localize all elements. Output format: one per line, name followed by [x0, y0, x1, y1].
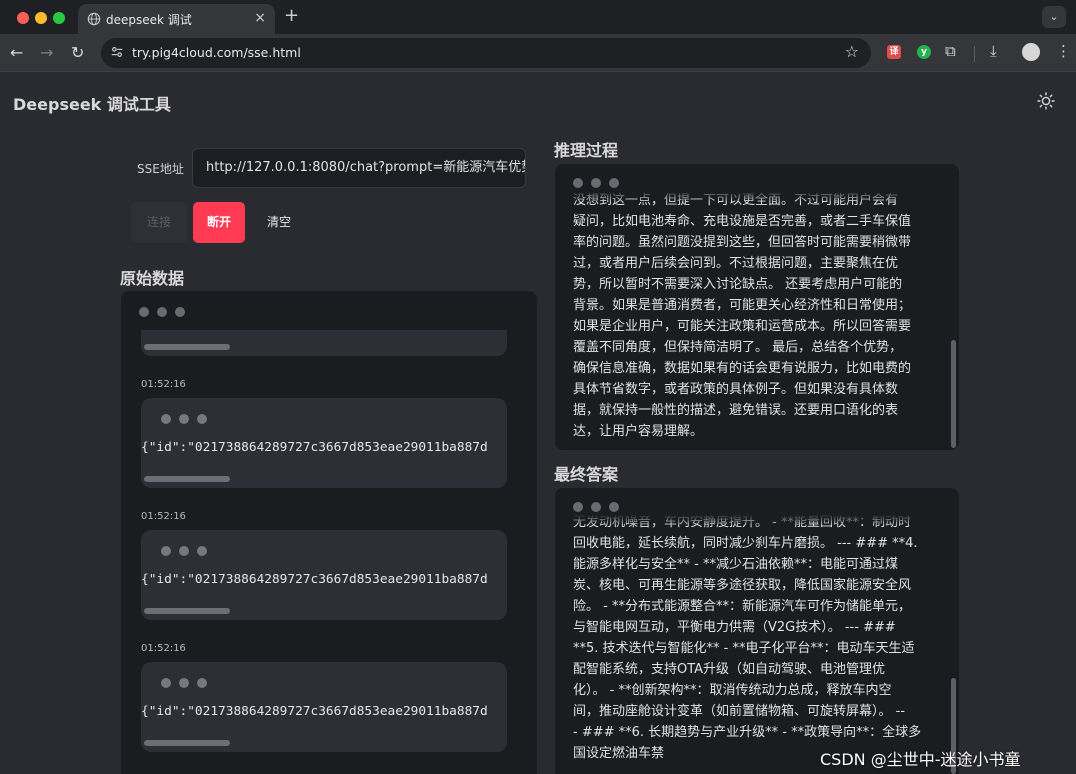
message-json: {"id":"021738864289727c3667d853eae29011b…: [141, 440, 488, 455]
window-dots: [139, 307, 185, 317]
text-line: 具体节省数字，或者政策的具体例子。但如果没有具体数: [573, 382, 899, 397]
window-dots: [161, 414, 207, 424]
panel-header: [555, 488, 959, 526]
sse-url-label: SSE地址: [137, 162, 184, 176]
back-icon[interactable]: ←: [10, 43, 23, 63]
text-line: 与智能电网互动，平衡电力供需（V2G技术）。 --- ###: [573, 620, 896, 635]
sse-url-input[interactable]: http://127.0.0.1:8080/chat?prompt=新能源汽车优…: [192, 148, 526, 188]
minimize-window-button[interactable]: [35, 12, 47, 24]
reasoning-text: 没想到这一点，但提一下可以更全面。不过可能用户会有 疑问，比如电池寿命、充电设施…: [573, 190, 935, 442]
clear-button[interactable]: 清空: [253, 202, 305, 243]
star-icon[interactable]: ☆: [845, 42, 859, 61]
connect-button[interactable]: 连接: [131, 202, 187, 243]
kebab-icon[interactable]: ⋮: [1056, 42, 1071, 60]
text-line: 配智能系统，支持OTA升级（如自动驾驶、电池管理优: [573, 662, 886, 677]
text-line: 率的问题。虽然问题没提到这些，但回答时可能需要稍微带: [573, 235, 912, 250]
text-line: 化）。 - **创新架构**：取消传统动力总成，释放车内空: [573, 683, 892, 698]
message-scrollbar[interactable]: [144, 344, 230, 350]
translate-extension-icon[interactable]: 译: [887, 45, 901, 59]
browser-toolbar: ← → ↻ try.pig4cloud.com/sse.html ☆ 译 y ⧉…: [0, 34, 1076, 72]
reasoning-title: 推理过程: [554, 141, 619, 160]
message-scrollbar[interactable]: [144, 476, 230, 482]
raw-data-title: 原始数据: [120, 269, 185, 288]
close-tab-icon[interactable]: ×: [254, 9, 266, 27]
message-scrollbar[interactable]: [144, 740, 230, 746]
tab-search-button[interactable]: ⌄: [1042, 6, 1066, 28]
text-line: 炭、核电、可再生能源等多途径获取，降低国家能源安全风: [573, 578, 912, 593]
message-card: {"id":"021738864289727c3667d853eae29011b…: [141, 530, 507, 620]
disconnect-button[interactable]: 断开: [193, 202, 245, 243]
text-line: 疑问，比如电池寿命、充电设施是否完善，或者二手车保值: [573, 214, 912, 229]
download-icon[interactable]: ⤓: [990, 42, 997, 60]
new-tab-button[interactable]: +: [284, 6, 299, 26]
maximize-window-button[interactable]: [53, 12, 65, 24]
message-card: [141, 330, 507, 356]
panel-header: [555, 164, 959, 202]
text-line: 险。 - **分布式能源整合**：新能源汽车可作为储能单元，: [573, 599, 911, 614]
sun-icon[interactable]: [1036, 91, 1056, 111]
window-dots: [161, 678, 207, 688]
message-card: {"id":"021738864289727c3667d853eae29011b…: [141, 398, 507, 488]
address-bar[interactable]: try.pig4cloud.com/sse.html ☆: [101, 38, 871, 68]
close-window-button[interactable]: [17, 12, 29, 24]
text-line: 确保信息准确，数据如果有的话会更有说服力，比如电费的: [573, 361, 912, 376]
answer-title: 最终答案: [554, 465, 619, 484]
message-timestamp: 01:52:16: [141, 511, 186, 522]
message-json: {"id":"021738864289727c3667d853eae29011b…: [141, 704, 488, 719]
reasoning-scrollbar[interactable]: [951, 340, 956, 448]
text-line: 据，就保持一般性的描述，避免错误。还要用口语化的表: [573, 403, 899, 418]
text-line: 回收电能，延长续航，同时减少刹车片磨损。 --- ### **4.: [573, 536, 918, 551]
message-timestamp: 01:52:16: [141, 379, 186, 390]
window-dots: [573, 502, 619, 512]
text-line: 覆盖不同角度，但保持简洁明了。 最后，总结各个优势，: [573, 340, 903, 355]
text-line: 达，让用户容易理解。: [573, 424, 704, 439]
answer-text: 无发动机噪音，车内安静度提升。 - **能量回收**：制动时 回收电能，延长续航…: [573, 512, 935, 764]
answer-panel[interactable]: 无发动机噪音，车内安静度提升。 - **能量回收**：制动时 回收电能，延长续航…: [555, 488, 959, 774]
app-title: Deepseek 调试工具: [13, 95, 171, 114]
puzzle-icon[interactable]: ⧉: [945, 42, 956, 60]
message-timestamp: 01:52:16: [141, 643, 186, 654]
message-json: {"id":"021738864289727c3667d853eae29011b…: [141, 572, 488, 587]
text-line: 背景。如果是普通消费者，可能更关心经济性和日常使用；: [573, 298, 912, 313]
forward-icon[interactable]: →: [40, 43, 53, 63]
raw-data-panel[interactable]: 01:52:16 {"id":"021738864289727c3667d853…: [121, 291, 537, 774]
tab-title: deepseek 调试: [106, 13, 192, 27]
text-line: **5. 技术迭代与智能化** - **电子化平台**：电动车天生适: [573, 641, 915, 656]
globe-icon: [87, 12, 101, 26]
reload-icon[interactable]: ↻: [71, 43, 84, 63]
window-dots: [161, 546, 207, 556]
text-line: - ### **6. 长期趋势与产业升级** - **政策导向**：全球多: [573, 725, 922, 740]
profile-avatar[interactable]: [1022, 43, 1040, 61]
text-line: 能源多样化与安全** - **减少石油依赖**：电能可通过煤: [573, 557, 898, 572]
toolbar-divider: [974, 46, 975, 62]
watermark: CSDN @尘世中-迷途小书童: [820, 750, 1021, 769]
window-dots: [573, 178, 619, 188]
message-card: {"id":"021738864289727c3667d853eae29011b…: [141, 662, 507, 752]
text-line: 过，或者用户后续会问到。不过根据问题，主要聚焦在优: [573, 256, 899, 271]
text-line: 势，所以暂时不需要深入讨论缺点。 还要考虑用户可能的: [573, 277, 903, 292]
text-line: 间，推动座舱设计变革（如前置储物箱、可旋转屏幕）。 --: [573, 704, 906, 719]
reasoning-panel[interactable]: 没想到这一点，但提一下可以更全面。不过可能用户会有 疑问，比如电池寿命、充电设施…: [555, 164, 959, 450]
browser-tab-bar: deepseek 调试 × + ⌄: [0, 0, 1076, 34]
site-info-icon[interactable]: [110, 45, 124, 59]
message-scrollbar[interactable]: [144, 608, 230, 614]
url-text[interactable]: try.pig4cloud.com/sse.html: [132, 45, 301, 60]
text-line: 如果是企业用户，可能关注政策和运营成本。所以回答需要: [573, 319, 912, 334]
extension-icon[interactable]: y: [917, 45, 931, 59]
browser-tab[interactable]: deepseek 调试 ×: [78, 4, 275, 34]
